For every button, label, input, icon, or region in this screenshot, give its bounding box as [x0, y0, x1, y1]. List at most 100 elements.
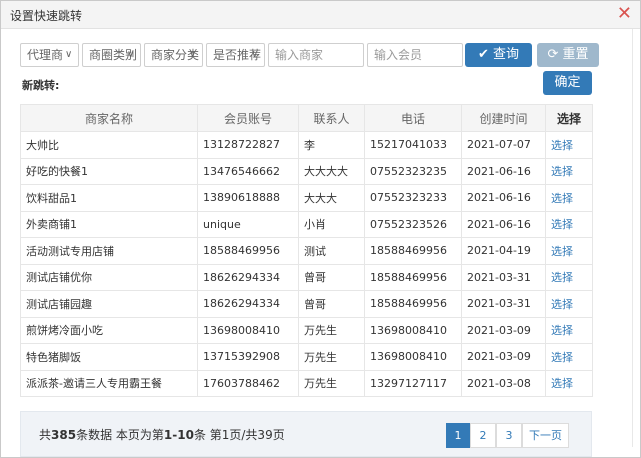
- confirm-button[interactable]: 确定: [543, 71, 592, 95]
- header-merchant-name: 商家名称: [20, 104, 198, 132]
- cell-member-account: 13128722827: [197, 131, 299, 159]
- cell-created-time: 2021-06-16: [461, 184, 546, 212]
- chevron-down-icon: ∨: [251, 49, 259, 60]
- cell-merchant-name: 煎饼烤冷面小吃: [20, 316, 198, 344]
- table-row: 外卖商铺1 unique 小肖 07552323526 2021-06-16 选择: [20, 210, 593, 238]
- cell-phone: 07552323233: [364, 184, 462, 212]
- cell-phone: 07552323526: [364, 210, 462, 238]
- table-row: 测试店铺园趣 18626294334 曾哥 18588469956 2021-03-31…: [20, 290, 593, 318]
- cell-member-account: 18626294334: [197, 290, 299, 318]
- cell-member-account: 18626294334: [197, 263, 299, 291]
- cell-created-time: 2021-06-16: [461, 157, 546, 185]
- cell-phone: 15217041033: [364, 131, 462, 159]
- select-link[interactable]: 选择: [545, 290, 593, 318]
- cell-contact: 李: [298, 131, 365, 159]
- cell-phone: 13698008410: [364, 343, 462, 371]
- cell-contact: 测试: [298, 237, 365, 265]
- query-button-label: 查询: [493, 47, 520, 62]
- cell-phone: 07552323235: [364, 157, 462, 185]
- select-link[interactable]: 选择: [545, 263, 593, 291]
- summary-mid: 条数据 本页为第: [76, 428, 164, 442]
- table-row: 煎饼烤冷面小吃 13698008410 万先生 13698008410 2021-03-…: [20, 316, 593, 344]
- table-row: 派派茶-邀请三人专用霸王餐 17603788462 万先生 13297127117 20…: [20, 369, 593, 397]
- table-row: 特色猪脚饭 13715392908 万先生 13698008410 2021-03-09…: [20, 343, 593, 371]
- refresh-icon: ⟳: [547, 47, 559, 62]
- cell-created-time: 2021-06-16: [461, 210, 546, 238]
- table-row: 好吃的快餐1 13476546662 大大大大 07552323235 2021-06-…: [20, 157, 593, 185]
- cell-created-time: 2021-04-19: [461, 237, 546, 265]
- dialog-titlebar: 设置快速跳转 ✕: [1, 1, 640, 29]
- select-link[interactable]: 选择: [545, 157, 593, 185]
- select-link[interactable]: 选择: [545, 237, 593, 265]
- select-link[interactable]: 选择: [545, 369, 593, 397]
- cell-merchant-name: 测试店铺园趣: [20, 290, 198, 318]
- recommend-select[interactable]: 是否推荐 ∨: [206, 43, 265, 67]
- agent-select[interactable]: 代理商 ∨: [20, 43, 79, 67]
- cell-member-account: 13890618888: [197, 184, 299, 212]
- summary-range: 1-10: [163, 428, 194, 442]
- cell-merchant-name: 外卖商铺1: [20, 210, 198, 238]
- header-phone: 电话: [364, 104, 462, 132]
- page-button-2[interactable]: 2: [470, 423, 496, 448]
- page-button-1[interactable]: 1: [446, 423, 470, 448]
- table-header-row: 商家名称 会员账号 联系人 电话 创建时间 选择: [20, 104, 593, 132]
- reset-button[interactable]: ⟳ 重置: [537, 43, 599, 67]
- cell-merchant-name: 饮料甜品1: [20, 184, 198, 212]
- summary-total: 385: [51, 428, 77, 442]
- chevron-down-icon: ∨: [65, 49, 73, 60]
- cell-merchant-name: 特色猪脚饭: [20, 343, 198, 371]
- chevron-down-icon: ∨: [127, 49, 135, 60]
- table-row: 活动测试专用店铺 18588469956 测试 18588469956 2021-04-…: [20, 237, 593, 265]
- merchant-table: 商家名称 会员账号 联系人 电话 创建时间 选择 大帅比 13128722827 李…: [20, 104, 593, 397]
- cell-created-time: 2021-03-09: [461, 343, 546, 371]
- cell-created-time: 2021-07-07: [461, 131, 546, 159]
- header-select: 选择: [545, 104, 593, 132]
- cell-created-time: 2021-03-31: [461, 290, 546, 318]
- cell-created-time: 2021-03-31: [461, 263, 546, 291]
- select-link[interactable]: 选择: [545, 184, 593, 212]
- select-link[interactable]: 选择: [545, 343, 593, 371]
- select-link[interactable]: 选择: [545, 316, 593, 344]
- cell-phone: 13698008410: [364, 316, 462, 344]
- cell-contact: 万先生: [298, 369, 365, 397]
- table-row: 饮料甜品1 13890618888 大大大 07552323233 2021-06-16…: [20, 184, 593, 212]
- member-search-input[interactable]: 输入会员: [367, 43, 463, 67]
- select-link[interactable]: 选择: [545, 210, 593, 238]
- cell-contact: 小肖: [298, 210, 365, 238]
- select-link[interactable]: 选择: [545, 131, 593, 159]
- merchant-search-input[interactable]: 输入商家: [268, 43, 364, 67]
- summary-suffix: 条 第1页/共39页: [193, 428, 285, 442]
- table-row: 测试店铺优你 18626294334 曾哥 18588469956 2021-03-31…: [20, 263, 593, 291]
- cell-member-account: 18588469956: [197, 237, 299, 265]
- cell-member-account: 13715392908: [197, 343, 299, 371]
- scroll-divider: [632, 29, 633, 447]
- cell-member-account: 13476546662: [197, 157, 299, 185]
- cell-merchant-name: 测试店铺优你: [20, 263, 198, 291]
- cell-merchant-name: 派派茶-邀请三人专用霸王餐: [20, 369, 198, 397]
- cell-contact: 大大大大: [298, 157, 365, 185]
- cell-contact: 万先生: [298, 343, 365, 371]
- close-icon[interactable]: ✕: [617, 3, 632, 25]
- quick-jump-dialog: 设置快速跳转 ✕ 代理商 ∨ 商圈类别 ∨ 商家分类 ∨ 是否推荐 ∨ 输入商家…: [0, 0, 641, 458]
- cell-merchant-name: 大帅比: [20, 131, 198, 159]
- cell-contact: 曾哥: [298, 290, 365, 318]
- new-jump-label: 新跳转:: [22, 79, 60, 92]
- cell-created-time: 2021-03-08: [461, 369, 546, 397]
- category-select[interactable]: 商家分类 ∨: [144, 43, 203, 67]
- cell-merchant-name: 好吃的快餐1: [20, 157, 198, 185]
- cell-phone: 18588469956: [364, 263, 462, 291]
- cell-phone: 18588469956: [364, 290, 462, 318]
- page-button-3[interactable]: 3: [496, 423, 522, 448]
- next-page-button[interactable]: 下一页: [522, 423, 569, 448]
- header-member-account: 会员账号: [197, 104, 299, 132]
- cell-phone: 18588469956: [364, 237, 462, 265]
- cell-contact: 万先生: [298, 316, 365, 344]
- pagination-bar: 共385条数据 本页为第1-10条 第1页/共39页 1 2 3 下一页: [20, 411, 592, 457]
- district-select[interactable]: 商圈类别 ∨: [82, 43, 141, 67]
- cell-member-account: unique: [197, 210, 299, 238]
- reset-button-label: 重置: [562, 47, 589, 62]
- cell-member-account: 13698008410: [197, 316, 299, 344]
- query-button[interactable]: ✔ 查询: [465, 43, 532, 67]
- cell-created-time: 2021-03-09: [461, 316, 546, 344]
- check-icon: ✔: [477, 47, 489, 62]
